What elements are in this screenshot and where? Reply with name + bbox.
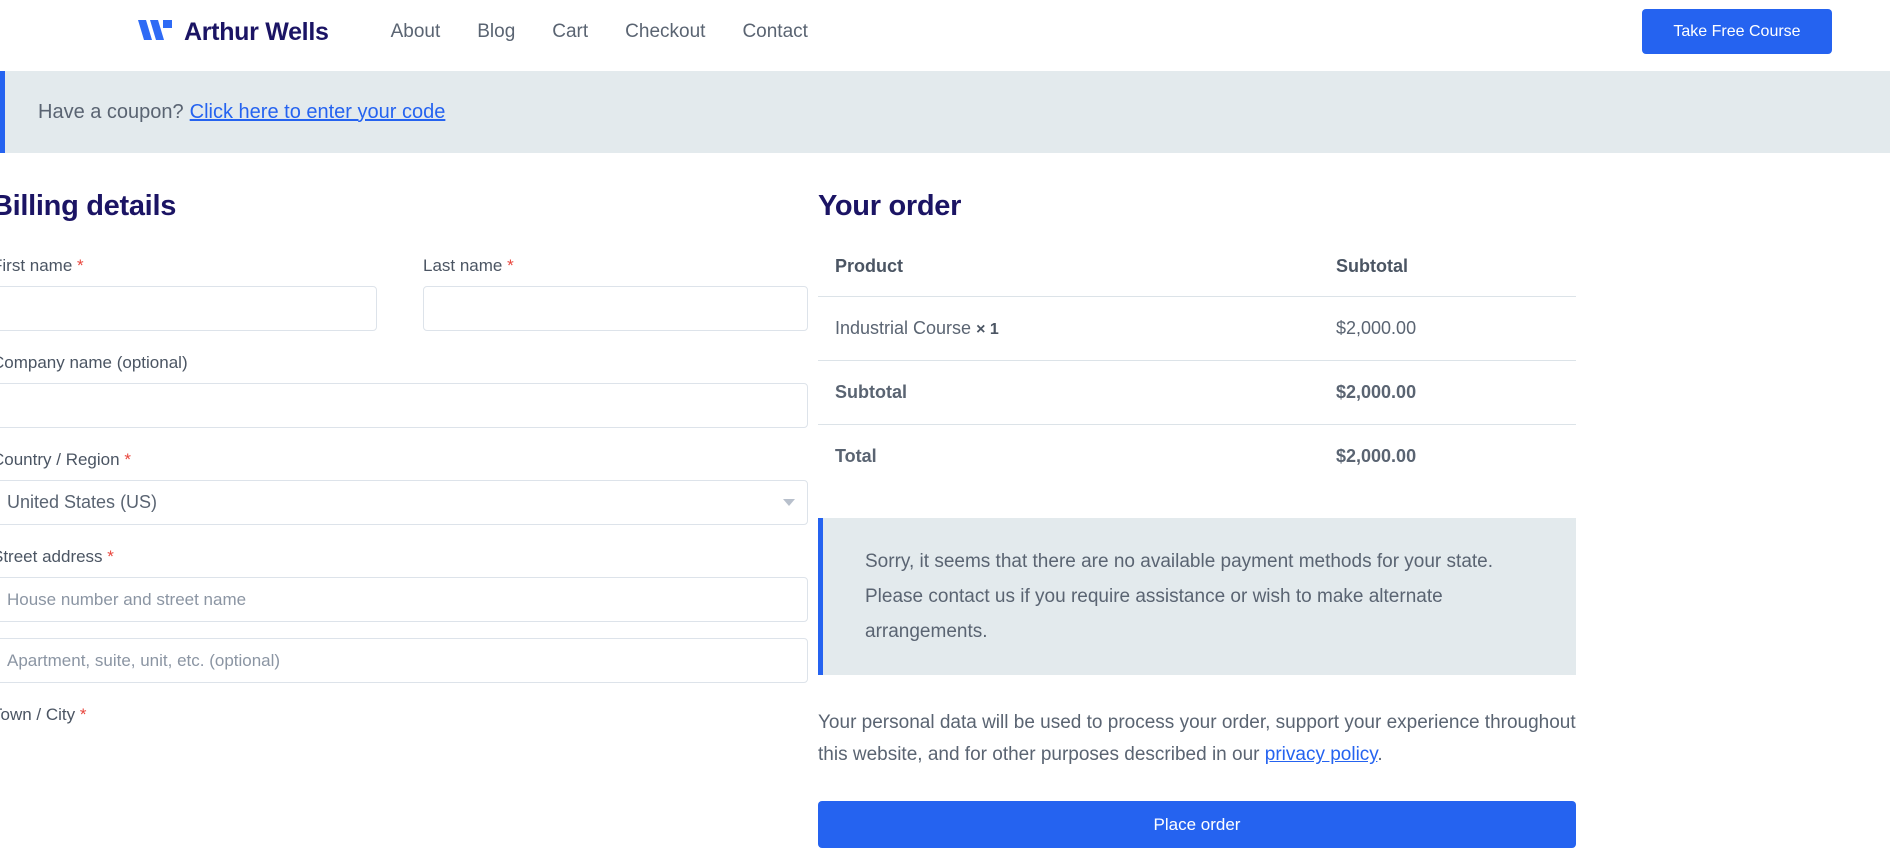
- order-subtotal-value: $2,000.00: [1336, 360, 1576, 425]
- billing-title: Billing details: [0, 190, 177, 222]
- column-header-subtotal: Subtotal: [1336, 256, 1408, 276]
- privacy-policy-link[interactable]: privacy policy: [1265, 744, 1378, 765]
- table-row: Total $2,000.00: [818, 424, 1576, 488]
- nav-item-blog[interactable]: Blog: [477, 21, 515, 43]
- country-select-wrapper: United States (US): [0, 480, 808, 525]
- country-label: Country / Region *: [0, 450, 808, 470]
- order-total-label: Total: [818, 424, 1336, 488]
- company-field: Company name (optional): [0, 353, 808, 428]
- first-name-label: First name *: [0, 256, 377, 276]
- name-row: First name * Last name *: [0, 256, 808, 353]
- street-address-label: Street address *: [0, 547, 808, 567]
- last-name-label-text: Last name: [423, 256, 503, 275]
- main-navigation: About Blog Cart Checkout Contact: [391, 21, 808, 43]
- order-table-body: Industrial Course × 1 $2,000.00 Subtotal…: [818, 296, 1576, 488]
- city-label-text: Town / City: [0, 705, 76, 724]
- required-asterisk: *: [107, 547, 114, 566]
- take-free-course-button[interactable]: Take Free Course: [1642, 9, 1832, 54]
- country-field: Country / Region * United States (US): [0, 450, 808, 525]
- street-address-label-text: Street address: [0, 547, 103, 566]
- order-summary-table: Product Subtotal Industrial Course × 1 $…: [818, 256, 1576, 488]
- last-name-input[interactable]: [423, 286, 808, 331]
- table-row: Subtotal $2,000.00: [818, 360, 1576, 425]
- required-asterisk: *: [507, 256, 514, 275]
- order-title: Your order: [818, 190, 962, 222]
- nav-item-checkout[interactable]: Checkout: [625, 21, 705, 43]
- city-label: Town / City *: [0, 705, 808, 725]
- city-field: Town / City *: [0, 705, 808, 725]
- last-name-label: Last name *: [423, 256, 808, 276]
- order-item-name-cell: Industrial Course × 1: [818, 296, 1336, 361]
- privacy-text-before: Your personal data will be used to proce…: [818, 712, 1576, 766]
- order-item-quantity: × 1: [976, 321, 999, 338]
- order-item-subtotal: $2,000.00: [1336, 296, 1576, 361]
- required-asterisk: *: [124, 450, 131, 469]
- order-subtotal-label: Subtotal: [818, 360, 1336, 425]
- coupon-notice: Have a coupon? Click here to enter your …: [0, 71, 1890, 153]
- nav-item-cart[interactable]: Cart: [552, 21, 588, 43]
- first-name-label-text: First name: [0, 256, 73, 275]
- privacy-text-after: .: [1377, 744, 1383, 766]
- coupon-link[interactable]: Click here to enter your code: [190, 101, 446, 124]
- order-table-head: Product Subtotal: [818, 256, 1576, 297]
- street-address-input[interactable]: [0, 577, 808, 622]
- checkout-main: Billing details First name * Last name *…: [0, 153, 1890, 849]
- company-label: Company name (optional): [0, 353, 188, 372]
- w-logo-icon: [138, 17, 172, 48]
- site-header: Arthur Wells About Blog Cart Checkout Co…: [0, 0, 1890, 64]
- privacy-policy-text: Your personal data will be used to proce…: [818, 707, 1588, 771]
- nav-item-contact[interactable]: Contact: [742, 21, 807, 43]
- order-table-header-row: Product Subtotal: [818, 256, 1576, 297]
- street-address-field: Street address *: [0, 547, 808, 683]
- country-select[interactable]: United States (US): [0, 480, 808, 525]
- first-name-input[interactable]: [0, 286, 377, 331]
- payment-notice-text: Sorry, it seems that there are no availa…: [865, 551, 1494, 643]
- apartment-input[interactable]: [0, 638, 808, 683]
- order-total-value: $2,000.00: [1336, 424, 1576, 488]
- last-name-field: Last name *: [423, 256, 808, 331]
- order-item-name: Industrial Course: [835, 318, 972, 338]
- company-input[interactable]: [0, 383, 808, 428]
- brand-logo[interactable]: Arthur Wells: [138, 17, 329, 48]
- coupon-prompt: Have a coupon?: [38, 100, 184, 123]
- billing-column: Billing details First name * Last name *…: [0, 190, 808, 848]
- required-asterisk: *: [77, 256, 84, 275]
- payment-methods-notice: Sorry, it seems that there are no availa…: [818, 518, 1576, 676]
- table-row: Industrial Course × 1 $2,000.00: [818, 296, 1576, 361]
- nav-item-about[interactable]: About: [391, 21, 441, 43]
- column-header-product: Product: [835, 256, 904, 276]
- required-asterisk: *: [79, 705, 87, 724]
- country-label-text: Country / Region: [0, 450, 120, 469]
- first-name-field: First name *: [0, 256, 377, 331]
- order-column: Your order Product Subtotal Industrial C…: [808, 190, 1882, 849]
- place-order-button[interactable]: Place order: [818, 801, 1576, 849]
- brand-name: Arthur Wells: [184, 17, 329, 46]
